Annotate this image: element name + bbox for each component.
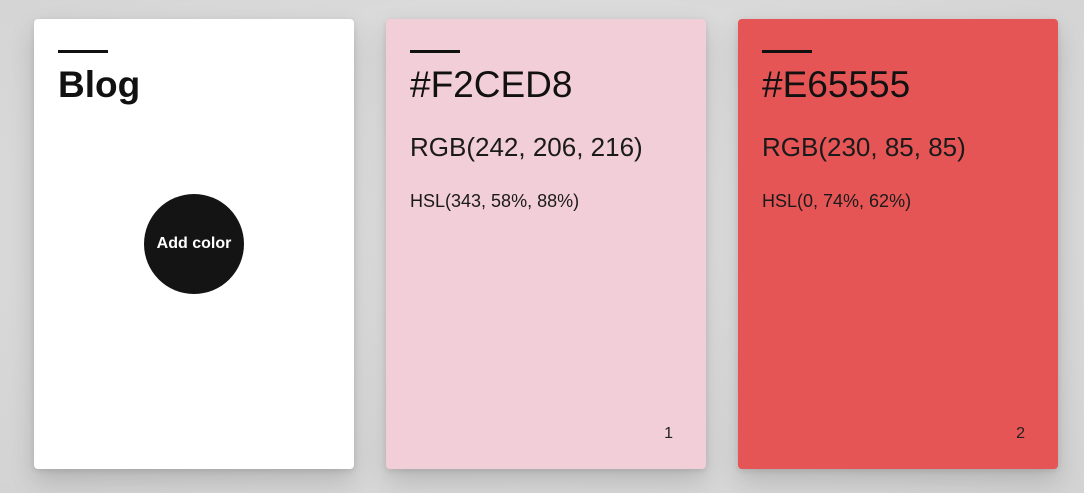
color-rgb: RGB(230, 85, 85): [762, 132, 966, 162]
color-hsl: HSL(0, 74%, 62%): [762, 191, 912, 211]
title-rule: [58, 50, 108, 53]
blog-title: Blog: [58, 64, 141, 105]
color-card-1[interactable]: #F2CED8 RGB(242, 206, 216) HSL(343, 58%,…: [386, 19, 706, 469]
color-card-2[interactable]: #E65555 RGB(230, 85, 85) HSL(0, 74%, 62%…: [738, 19, 1058, 469]
title-rule: [410, 50, 460, 53]
color-hex: #E65555: [762, 64, 911, 105]
color-index: 1: [664, 425, 673, 442]
color-hsl: HSL(343, 58%, 88%): [410, 191, 580, 211]
color-index: 2: [1016, 425, 1025, 442]
add-color-button[interactable]: Add color: [144, 194, 244, 294]
blog-card: Blog Add color: [34, 19, 354, 469]
color-hex: #F2CED8: [410, 64, 573, 105]
color-rgb: RGB(242, 206, 216): [410, 132, 643, 162]
palette-stage: Blog Add color #F2CED8 RGB(242, 206, 216…: [0, 0, 1084, 493]
title-rule: [762, 50, 812, 53]
